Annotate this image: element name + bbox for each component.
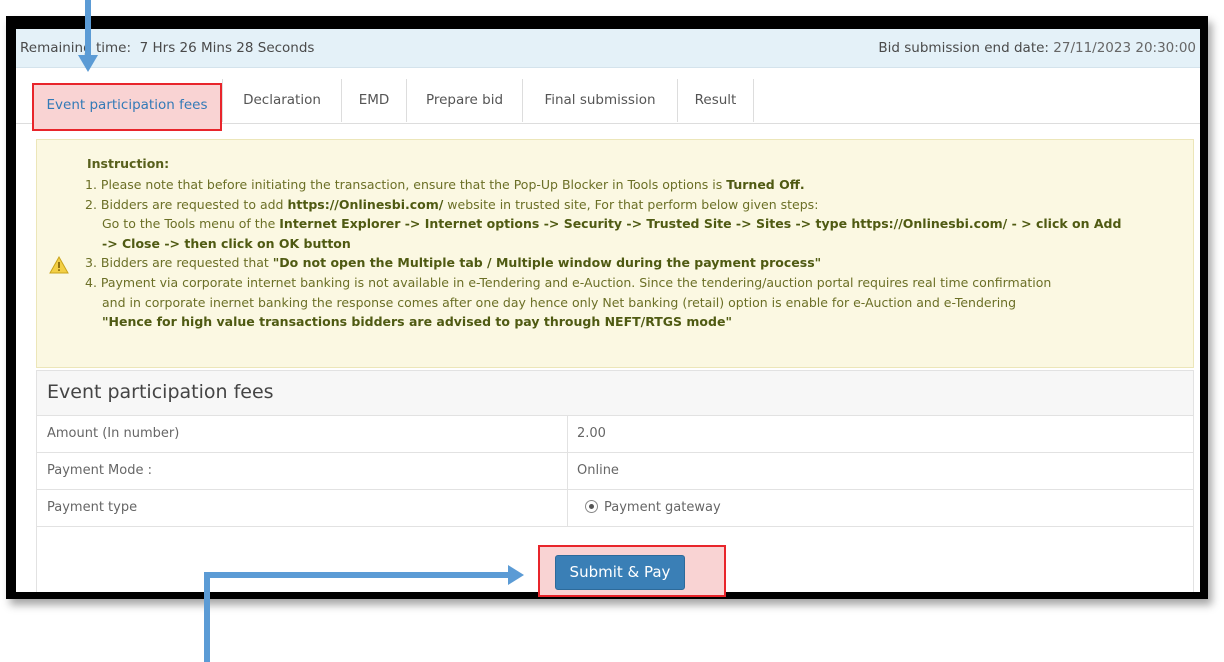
annotation-arrows (78, 0, 524, 662)
arrow-right-to-button (204, 565, 524, 662)
arrow-down-to-tab (78, 0, 98, 72)
